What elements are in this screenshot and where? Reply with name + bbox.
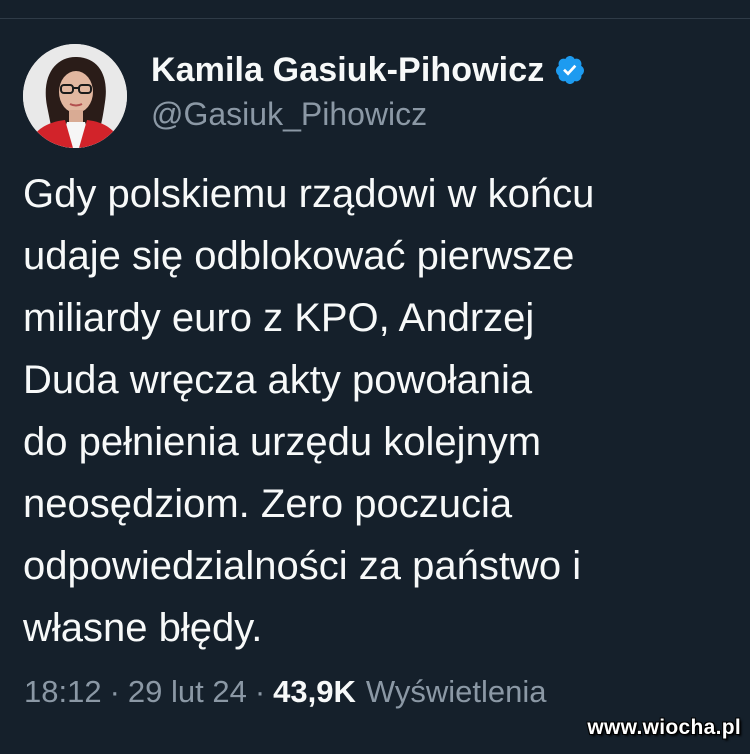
tweet-text-line: do pełnienia urzędu kolejnym xyxy=(23,420,542,464)
verified-badge-icon xyxy=(554,54,586,86)
tweet-text-line: odpowiedzialności za państwo i xyxy=(23,544,582,588)
name-row: Kamila Gasiuk-Pihowicz xyxy=(151,48,721,92)
tweet-time[interactable]: 18:12 xyxy=(24,674,102,710)
tweet-text-line: Gdy polskiemu rządowi w końcu xyxy=(23,172,595,216)
views-label[interactable]: Wyświetlenia xyxy=(366,674,547,710)
profile-photo-icon xyxy=(23,44,127,148)
tweet-text-line: miliardy euro z KPO, Andrzej xyxy=(23,296,535,340)
tweet-text-line: Duda wręcza akty powołania xyxy=(23,358,533,402)
tweet-text-line: neosędziom. Zero poczucia xyxy=(23,482,513,526)
meta-separator: · xyxy=(109,674,120,709)
author-display-name[interactable]: Kamila Gasiuk-Pihowicz xyxy=(151,51,544,90)
meta-separator: · xyxy=(254,674,266,709)
tweet-date[interactable]: 29 lut 24 xyxy=(128,674,247,710)
tweet-card: Kamila Gasiuk-Pihowicz @Gasiuk_Pihowicz … xyxy=(0,0,750,754)
tweet-text: Gdy polskiemu rządowi w końcu udaje się … xyxy=(23,163,728,659)
tweet-meta: 18:12 · 29 lut 24 · 43,9K Wyświetlenia xyxy=(24,670,724,714)
site-watermark: www.wiocha.pl xyxy=(587,716,741,739)
views-count[interactable]: 43,9K xyxy=(273,674,356,710)
tweet-text-line: własne błędy. xyxy=(23,606,263,650)
author-handle[interactable]: @Gasiuk_Pihowicz xyxy=(151,96,721,133)
author-identity: Kamila Gasiuk-Pihowicz @Gasiuk_Pihowicz xyxy=(151,48,721,133)
tweet-text-line: udaje się odblokować pierwsze xyxy=(23,234,575,278)
tweet-header: Kamila Gasiuk-Pihowicz @Gasiuk_Pihowicz xyxy=(23,44,723,150)
avatar[interactable] xyxy=(23,44,127,148)
